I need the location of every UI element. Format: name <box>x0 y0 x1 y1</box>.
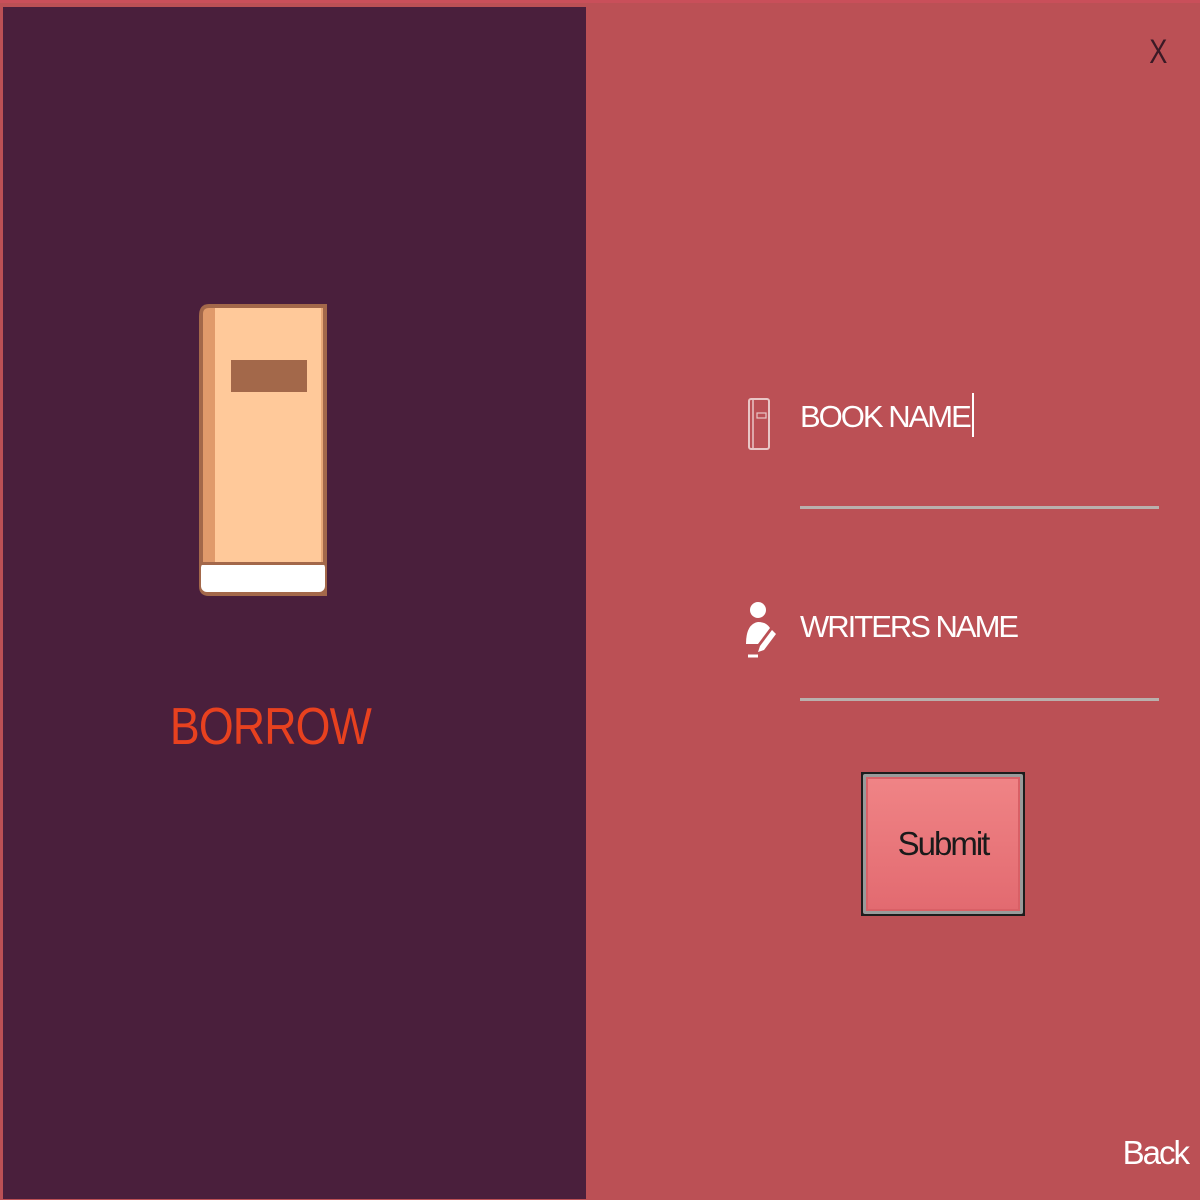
borrow-window: BORROW X BOOK NAME WRITERS NAME Submit B… <box>0 0 1200 1200</box>
book-name-underline <box>800 506 1159 509</box>
book-name-placeholder: BOOK NAME <box>800 399 972 434</box>
book-small-icon <box>748 398 770 450</box>
writer-icon <box>746 602 776 658</box>
book-icon <box>199 304 327 596</box>
left-panel: BORROW <box>3 7 586 1199</box>
text-caret <box>971 393 974 437</box>
submit-button[interactable]: Submit <box>863 774 1023 914</box>
writers-name-underline <box>800 698 1159 701</box>
submit-button-frame: Submit <box>861 772 1025 916</box>
book-name-input[interactable]: BOOK NAME <box>800 393 974 437</box>
close-button[interactable]: X <box>1150 33 1168 72</box>
back-link[interactable]: Back <box>1123 1134 1190 1172</box>
borrow-title: BORROW <box>169 698 372 756</box>
writers-name-placeholder: WRITERS NAME <box>800 609 1019 644</box>
writers-name-input[interactable]: WRITERS NAME <box>800 609 1019 645</box>
